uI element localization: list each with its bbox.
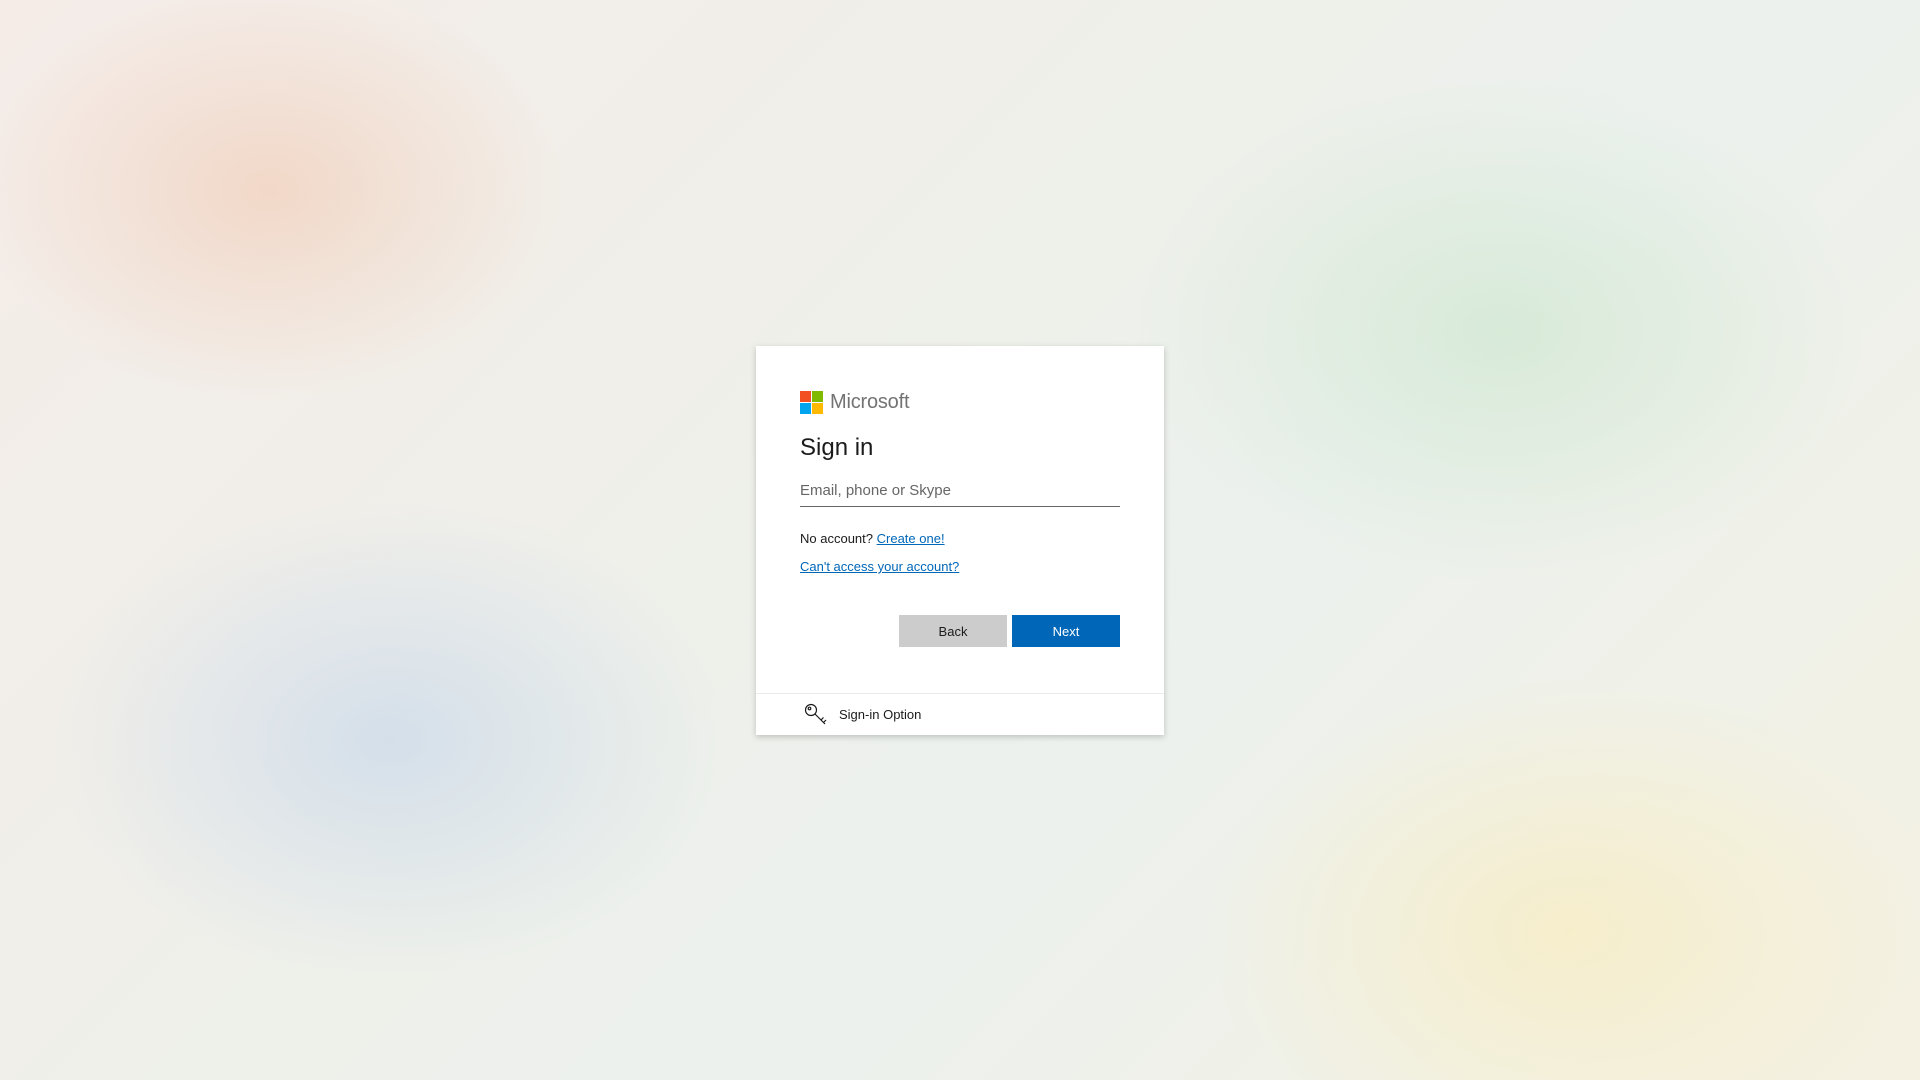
logo-square-green	[812, 390, 823, 402]
cant-access-row: Can't access your account?	[800, 559, 1120, 575]
email-field-wrapper	[800, 475, 1120, 507]
sign-in-form: Microsoft Sign in No account? Create one…	[800, 390, 1120, 647]
no-account-text: No account?	[800, 531, 873, 546]
sign-in-card: Microsoft Sign in No account? Create one…	[756, 346, 1164, 735]
sign-in-options-label: Sign-in Option	[839, 707, 922, 722]
button-row: Back Next	[800, 615, 1120, 647]
key-icon	[803, 702, 829, 728]
microsoft-logo-icon	[800, 390, 823, 414]
brand-name: Microsoft	[830, 391, 910, 413]
logo-square-yellow	[812, 402, 823, 414]
create-account-link[interactable]: Create one!	[877, 531, 945, 546]
email-input[interactable]	[800, 475, 1120, 507]
logo-square-red	[800, 390, 811, 402]
cant-access-link[interactable]: Can't access your account?	[800, 559, 959, 574]
logo-square-blue	[800, 402, 811, 414]
brand-logo: Microsoft	[800, 390, 1120, 414]
no-account-row: No account? Create one!	[800, 531, 1120, 547]
back-button[interactable]: Back	[899, 615, 1007, 647]
sign-in-options-button[interactable]: Sign-in Option	[756, 693, 1164, 735]
next-button[interactable]: Next	[1012, 615, 1120, 647]
page-title: Sign in	[800, 434, 874, 461]
